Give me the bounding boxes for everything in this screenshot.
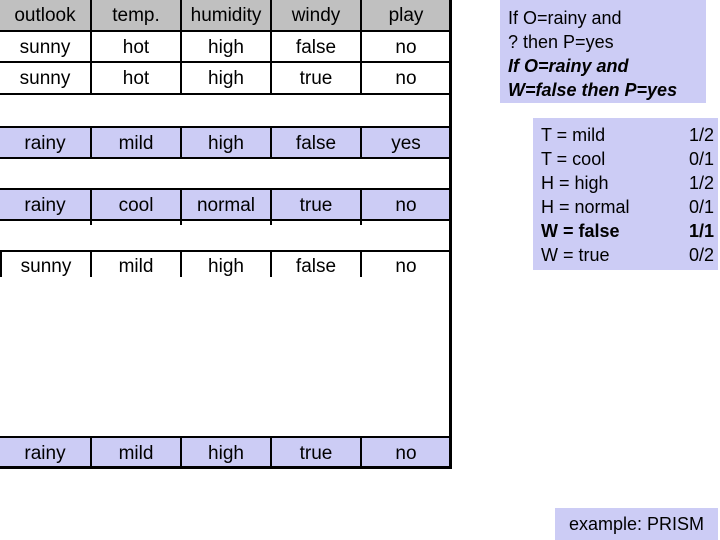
caption-box: example: PRISM (555, 508, 718, 540)
row-divider-stubs (0, 221, 451, 225)
cell-play: no (360, 32, 450, 61)
cell-windy: true (270, 190, 360, 219)
header-outlook: outlook (14, 5, 76, 26)
cell-temp: hot (90, 63, 180, 93)
cell-play: yes (360, 128, 450, 157)
cell-humidity: high (180, 128, 270, 157)
cell-temp: mild (90, 438, 180, 466)
cell-humidity: high (180, 438, 270, 466)
candidate-test: W = false (541, 221, 620, 241)
cell-outlook: rainy (24, 133, 66, 154)
candidate-ratio: 0/1 (688, 149, 714, 169)
table-row: sunny hot high false no (0, 32, 451, 63)
table-row: sunny hot high true no (0, 63, 451, 95)
cell-temp: mild (90, 252, 180, 277)
cell-humidity: normal (180, 190, 270, 219)
cell-windy: true (270, 63, 360, 93)
cell-play: no (360, 190, 450, 219)
candidate-ratio: 0/1 (688, 197, 714, 217)
cell-windy: false (270, 128, 360, 157)
rule-line-4: W=false then P=yes (508, 80, 678, 100)
rule-line-2: ? then P=yes (508, 32, 614, 52)
cell-outlook: rainy (24, 443, 66, 464)
rule-line-1: If O=rainy and (508, 8, 622, 28)
divider-stub (360, 221, 450, 225)
candidate-item: T = cool 0/1 (541, 147, 714, 171)
cell-temp: hot (90, 32, 180, 61)
cell-play: no (360, 252, 450, 277)
cell-humidity: high (180, 32, 270, 61)
rule-box: If O=rainy and ? then P=yes If O=rainy a… (500, 0, 706, 103)
candidate-item: T = mild 1/2 (541, 123, 714, 147)
cell-outlook: sunny (0, 252, 90, 277)
divider-stub (270, 221, 360, 225)
cell-outlook: sunny (19, 68, 71, 89)
header-windy: windy (270, 0, 360, 30)
cell-temp: mild (90, 128, 180, 157)
table-right-border (449, 0, 452, 469)
candidate-item-selected: W = false 1/1 (541, 219, 714, 243)
cell-windy: false (270, 32, 360, 61)
cell-outlook: sunny (19, 37, 71, 58)
divider-stub (180, 221, 270, 225)
header-temp: temp. (90, 0, 180, 30)
cell-temp: cool (90, 190, 180, 219)
candidate-test: H = high (541, 173, 609, 193)
table-row: sunny mild high false no (0, 250, 451, 277)
header-play: play (360, 0, 450, 30)
candidate-ratio: 1/2 (688, 125, 714, 145)
candidate-item: W = true 0/2 (541, 243, 714, 267)
rule-line-3: If O=rainy and (508, 56, 629, 76)
cell-outlook: rainy (24, 195, 66, 216)
table-row-highlighted: rainy cool normal true no (0, 188, 451, 221)
candidate-test: T = cool (541, 149, 606, 169)
cell-play: no (360, 63, 450, 93)
divider-stub (0, 221, 90, 225)
candidate-ratio: 1/1 (688, 221, 714, 241)
candidate-item: H = high 1/2 (541, 171, 714, 195)
cell-humidity: high (180, 252, 270, 277)
table-header-row: outlook temp. humidity windy play (0, 0, 451, 32)
cell-windy: true (270, 438, 360, 466)
cell-humidity: high (180, 63, 270, 93)
candidate-ratio: 0/2 (688, 245, 714, 265)
candidate-ratio: 1/2 (688, 173, 714, 193)
table-row-highlighted: rainy mild high false yes (0, 126, 451, 159)
table-row-highlighted: rainy mild high true no (0, 436, 451, 469)
cell-play: no (360, 438, 450, 466)
candidate-test: T = mild (541, 125, 606, 145)
divider-stub (90, 221, 180, 225)
candidate-test: H = normal (541, 197, 630, 217)
candidate-test: W = true (541, 245, 610, 265)
header-humidity: humidity (180, 0, 270, 30)
candidate-item: H = normal 0/1 (541, 195, 714, 219)
cell-windy: false (270, 252, 360, 277)
candidate-tests-box: T = mild 1/2 T = cool 0/1 H = high 1/2 H… (533, 118, 718, 270)
